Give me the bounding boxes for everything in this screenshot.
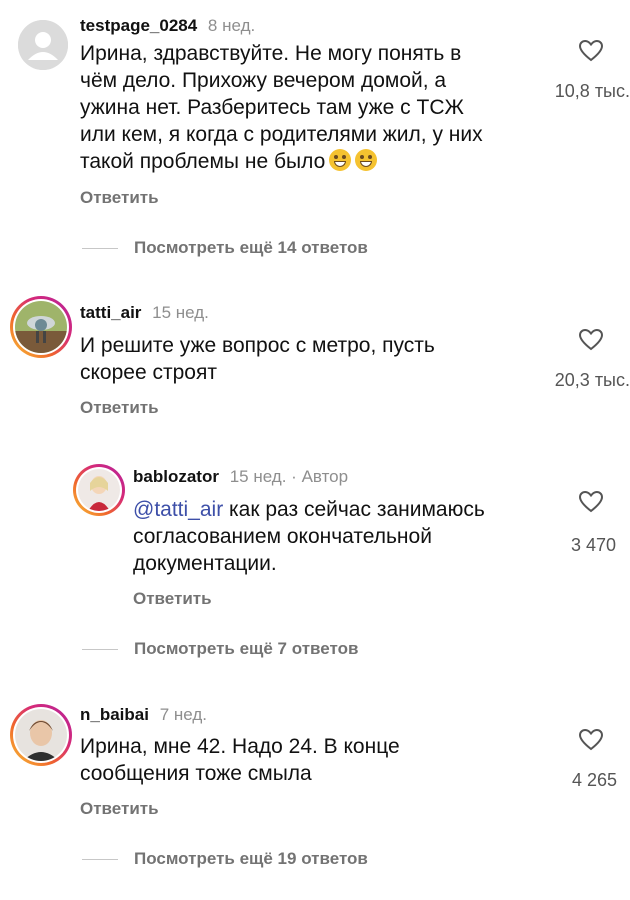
like-heart-icon[interactable] [578, 39, 604, 63]
comment-meta: tatti_air 15 нед. [80, 303, 209, 323]
avatar[interactable] [10, 704, 72, 766]
like-count: 10,8 тыс. [554, 81, 630, 101]
reply-button[interactable]: Ответить [80, 188, 159, 208]
like-heart-icon[interactable] [578, 328, 604, 352]
comment-meta: testpage_0284 8 нед. [80, 16, 255, 36]
avatar[interactable] [18, 20, 68, 70]
timestamp: 15 нед. [152, 303, 209, 322]
comment-meta: n_baibai 7 нед. [80, 705, 207, 725]
username[interactable]: n_baibai [80, 705, 149, 724]
profile-photo [15, 301, 67, 353]
timestamp: 15 нед. [229, 467, 287, 486]
comment-meta: bablozator 15 нед. · Автор [133, 467, 348, 487]
meta-separator: · [291, 467, 297, 486]
like-count: 3 470 [570, 535, 616, 555]
mention-link[interactable]: @tatti_air [133, 498, 223, 521]
sweat-smile-emoji-icon [329, 149, 352, 171]
default-avatar-icon [18, 20, 68, 70]
comment-text: @tatti_air как раз сейчас занимаюсь согл… [133, 498, 485, 575]
like-heart-icon[interactable] [578, 728, 604, 752]
username[interactable]: testpage_0284 [80, 16, 197, 35]
like-count: 20,3 тыс. [554, 370, 630, 390]
comment-text: Ирина, мне 42. Надо 24. В конце сообщени… [80, 735, 400, 785]
timestamp: 7 нед. [159, 705, 207, 724]
avatar[interactable] [73, 464, 125, 516]
username[interactable]: bablozator [133, 467, 219, 486]
reply-button[interactable]: Ответить [80, 398, 159, 418]
reply-button[interactable]: Ответить [80, 799, 159, 819]
reply-button[interactable]: Ответить [133, 589, 212, 609]
view-more-replies-button[interactable]: Посмотреть ещё 19 ответов [134, 849, 368, 869]
view-replies-divider [82, 859, 118, 860]
profile-photo [15, 709, 67, 761]
view-replies-divider [82, 649, 118, 650]
profile-photo [78, 469, 120, 511]
view-more-replies-button[interactable]: Посмотреть ещё 7 ответов [134, 639, 358, 659]
username[interactable]: tatti_air [80, 303, 141, 322]
author-badge: Автор [301, 467, 349, 486]
like-heart-icon[interactable] [578, 490, 604, 514]
timestamp: 8 нед. [207, 16, 256, 35]
view-replies-divider [82, 248, 118, 249]
comment-text: Ирина, здравствуйте. Не могу понять в чё… [80, 42, 483, 173]
avatar[interactable] [10, 296, 72, 358]
view-more-replies-button[interactable]: Посмотреть ещё 14 ответов [134, 238, 368, 258]
grin-emoji-icon [355, 149, 378, 171]
comment-text: И решите уже вопрос с метро, пусть скоре… [80, 334, 435, 384]
like-count: 4 265 [571, 770, 617, 790]
